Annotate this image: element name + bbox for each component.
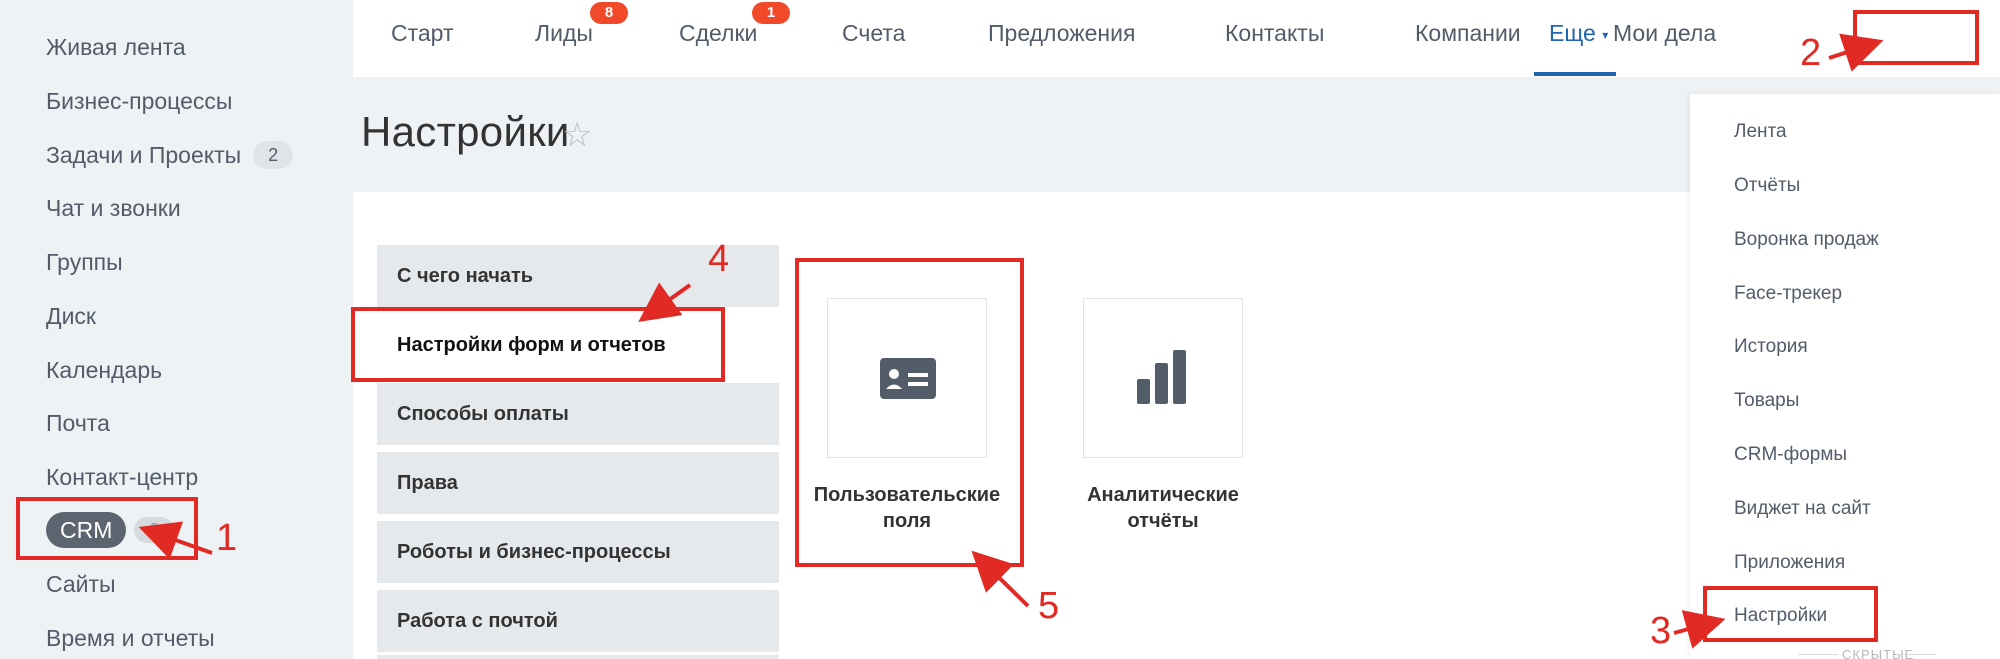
sidebar-item-calendar[interactable]: Календарь <box>46 350 162 390</box>
divider <box>1896 654 1936 655</box>
sidebar-item-mail[interactable]: Почта <box>46 403 110 443</box>
more-menu-button[interactable]: Еще ▾ <box>1549 20 1608 47</box>
settings-menu-permissions[interactable]: Права <box>377 452 779 514</box>
sidebar-item-label: Живая лента <box>46 34 186 60</box>
annotation-number-3: 3 <box>1650 610 1672 652</box>
tile-label-line: отчёты <box>1127 510 1199 532</box>
annotation-number-1: 1 <box>216 517 238 559</box>
settings-menu-payment-methods[interactable]: Способы оплаты <box>377 383 779 445</box>
divider <box>1798 654 1838 655</box>
sidebar-item-business-processes[interactable]: Бизнес-процессы <box>46 81 232 121</box>
dropdown-item-history[interactable]: История <box>1734 336 1808 358</box>
sidebar-item-groups[interactable]: Группы <box>46 242 123 282</box>
tab-contacts[interactable]: Контакты <box>1225 20 1324 47</box>
dropdown-item-site-widget[interactable]: Виджет на сайт <box>1734 498 1871 520</box>
star-icon[interactable]: ☆ <box>562 115 592 155</box>
annotation-box-more <box>1853 10 1979 65</box>
dropdown-item-feed[interactable]: Лента <box>1734 121 1787 143</box>
dropdown-item-crm-forms[interactable]: CRM-формы <box>1734 444 1847 466</box>
sidebar-item-chat-calls[interactable]: Чат и звонки <box>46 188 181 228</box>
annotation-box-custom-fields <box>795 258 1024 567</box>
sidebar-item-label: Диск <box>46 303 96 329</box>
chevron-down-icon: ▾ <box>1602 27 1609 42</box>
annotation-number-5: 5 <box>1038 585 1060 627</box>
annotation-number-2: 2 <box>1800 32 1822 74</box>
analytics-reports-tile[interactable] <box>1083 298 1243 458</box>
annotation-box-crm <box>16 497 198 560</box>
active-tab-underline <box>1534 72 1616 76</box>
sidebar-item-sites[interactable]: Сайты <box>46 564 116 604</box>
tab-start[interactable]: Старт <box>391 20 454 47</box>
dropdown-item-face-tracker[interactable]: Face-трекер <box>1734 283 1842 305</box>
tab-leads[interactable]: Лиды <box>535 20 593 47</box>
sidebar-item-label: Чат и звонки <box>46 195 181 221</box>
hidden-section-label: СКРЫТЫЕ <box>1842 647 1915 659</box>
page-title: Настройки <box>361 108 570 155</box>
sidebar-item-time-reports[interactable]: Время и отчеты <box>46 618 215 658</box>
sidebar-item-label: Группы <box>46 249 123 275</box>
deals-count-badge: 1 <box>752 2 790 24</box>
settings-menu-mail[interactable]: Работа с почтой <box>377 590 779 652</box>
sidebar-item-tasks-projects[interactable]: Задачи и Проекты 2 <box>46 135 294 175</box>
leads-count-badge: 8 <box>590 2 628 24</box>
tasks-count-badge: 2 <box>253 141 294 169</box>
tile-label-line: Аналитические <box>1087 484 1239 506</box>
sidebar-item-label: Контакт-центр <box>46 464 199 490</box>
settings-menu-next-partial <box>377 655 779 659</box>
sidebar-item-label: Задачи и Проекты <box>46 142 242 168</box>
analytics-reports-label[interactable]: Аналитические отчёты <box>1048 482 1278 534</box>
annotation-box-settings <box>1703 586 1878 642</box>
annotation-number-4: 4 <box>708 238 730 280</box>
sidebar-item-label: Сайты <box>46 571 116 597</box>
dropdown-item-products[interactable]: Товары <box>1734 390 1799 412</box>
sidebar-item-contact-center[interactable]: Контакт-центр <box>46 457 198 497</box>
dropdown-item-applications[interactable]: Приложения <box>1734 552 1845 574</box>
tab-companies[interactable]: Компании <box>1415 20 1521 47</box>
dropdown-item-sales-funnel[interactable]: Воронка продаж <box>1734 229 1879 251</box>
left-sidebar: Живая лента Бизнес-процессы Задачи и Про… <box>0 0 353 659</box>
tab-my-activities[interactable]: Мои дела <box>1613 20 1716 47</box>
sidebar-item-disk[interactable]: Диск <box>46 296 96 336</box>
tab-deals[interactable]: Сделки <box>679 20 757 47</box>
sidebar-item-label: Бизнес-процессы <box>46 88 233 114</box>
bar-chart-icon <box>1137 350 1186 404</box>
tab-invoices[interactable]: Счета <box>842 20 905 47</box>
sidebar-item-live-feed[interactable]: Живая лента <box>46 27 186 67</box>
tab-quotes[interactable]: Предложения <box>988 20 1135 47</box>
sidebar-item-label: Время и отчеты <box>46 625 215 651</box>
more-label: Еще <box>1549 20 1596 46</box>
sidebar-item-label: Почта <box>46 410 110 436</box>
annotation-box-forms-reports <box>351 307 725 382</box>
settings-menu-robots-bp[interactable]: Роботы и бизнес-процессы <box>377 521 779 583</box>
dropdown-item-reports[interactable]: Отчёты <box>1734 175 1800 197</box>
sidebar-item-label: Календарь <box>46 357 163 383</box>
